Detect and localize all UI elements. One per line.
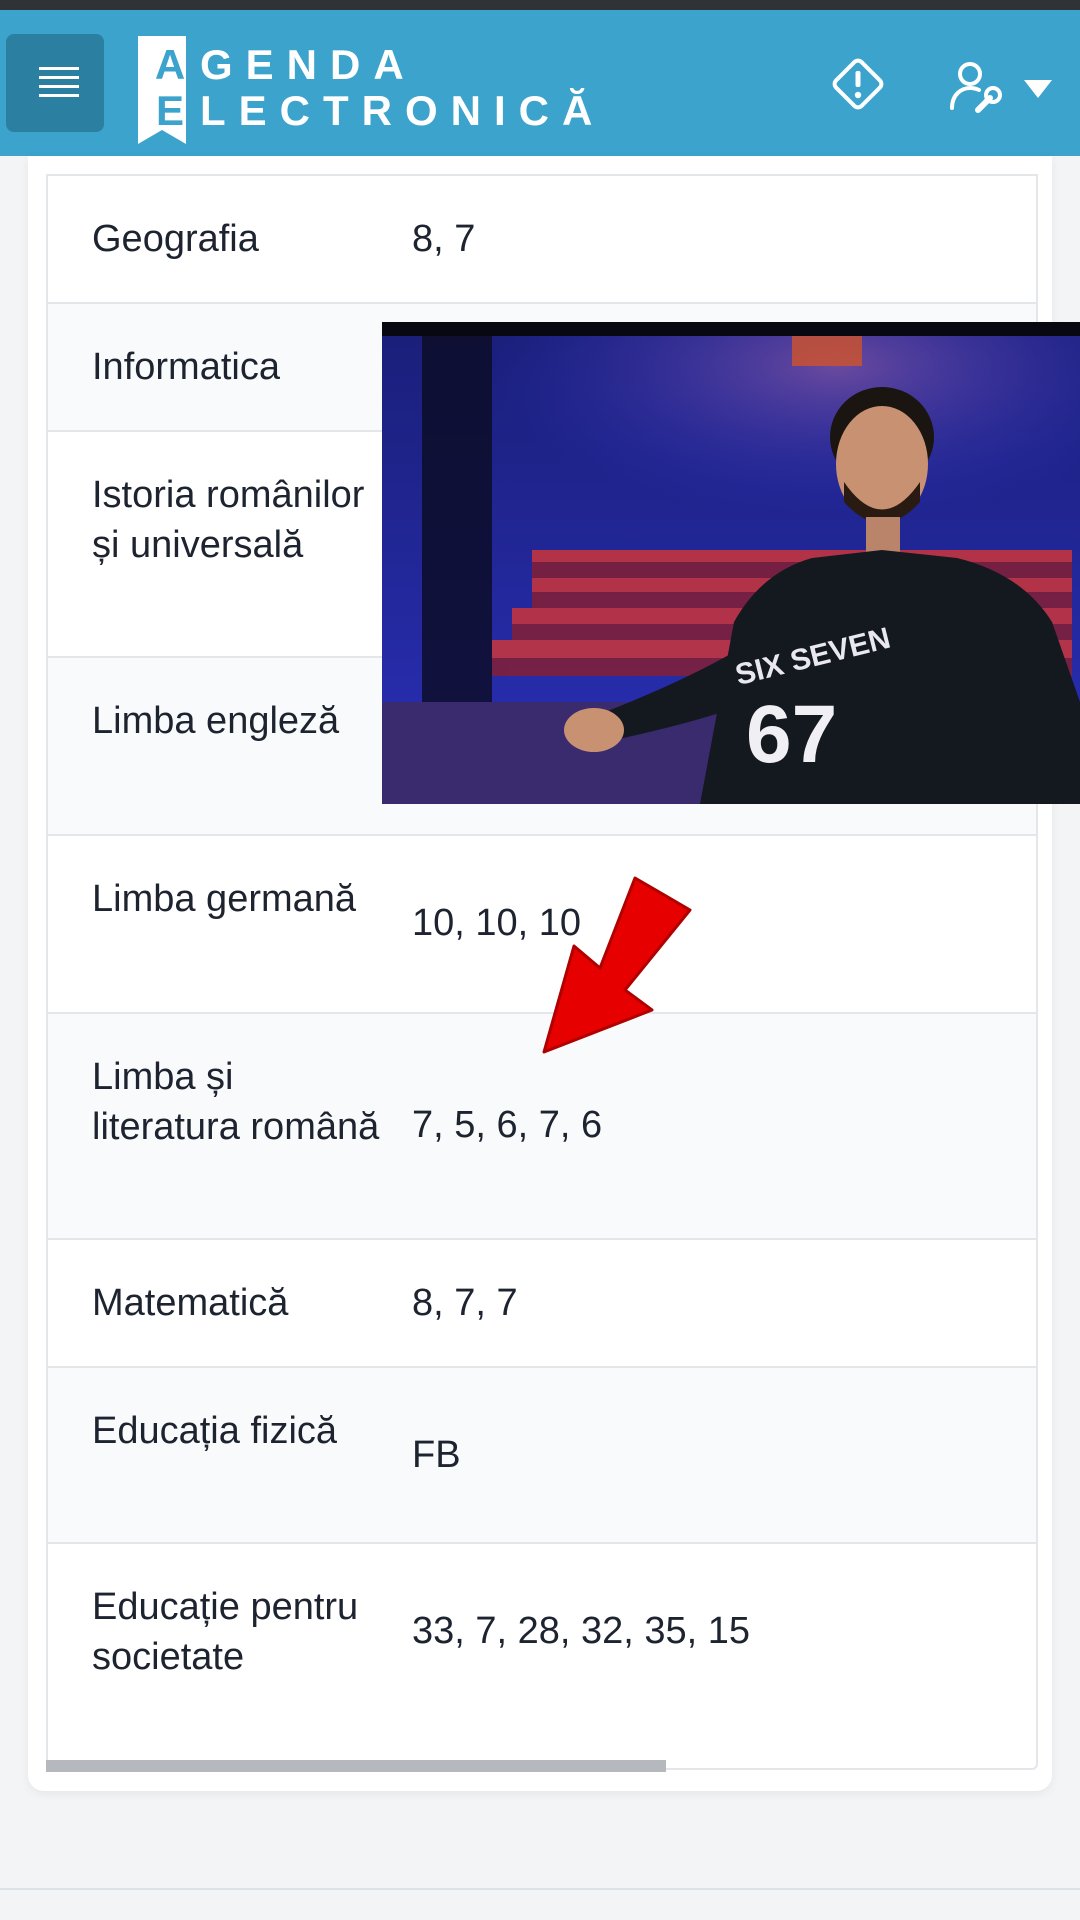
- menu-button[interactable]: [6, 34, 104, 132]
- subject-name: Matematică: [92, 1282, 289, 1324]
- grades-value: 7, 5, 6, 7, 6: [412, 1104, 603, 1146]
- alerts-button[interactable]: [828, 54, 888, 114]
- grades-value: 33, 7, 28, 32, 35, 15: [412, 1610, 751, 1652]
- top-edge: [0, 0, 1080, 10]
- caret-down-icon: [1024, 80, 1052, 98]
- subject-name: Limba engleză: [92, 700, 340, 742]
- subject-name: Limba germană: [92, 878, 357, 920]
- video-overlay[interactable]: SIX SEVEN 67: [382, 322, 1080, 804]
- grades-value: 8, 7, 7: [412, 1282, 518, 1324]
- horizontal-scrollbar[interactable]: [46, 1760, 666, 1772]
- logo-word-agenda: GENDA: [200, 41, 417, 88]
- hamburger-icon-line: [39, 76, 79, 79]
- hamburger-icon-line: [39, 94, 79, 97]
- table-row: Matematică 8, 7, 7: [48, 1238, 1036, 1366]
- warning-diamond-icon: [832, 58, 884, 110]
- shirt-number: 67: [746, 689, 837, 780]
- user-settings-icon: [950, 62, 1002, 113]
- hamburger-icon: [39, 67, 79, 70]
- table-row: Educația fizică FB: [48, 1366, 1036, 1542]
- app-logo[interactable]: A GENDA E LECTRONICĂ: [138, 24, 592, 144]
- video-frame-image: SIX SEVEN 67: [382, 322, 1080, 804]
- logo-word-electronica: LECTRONICĂ: [200, 87, 606, 134]
- table-row: Geografia 8, 7: [48, 174, 1036, 302]
- logo-initial-e: E: [155, 87, 184, 134]
- subject-name: Educație pentru societate: [92, 1586, 359, 1678]
- grades-value: 10, 10, 10: [412, 902, 582, 944]
- subject-name: Geografia: [92, 218, 259, 260]
- logo-line-1: A GENDA: [152, 42, 417, 88]
- hamburger-icon-line: [39, 85, 79, 88]
- logo-line-2: E LECTRONICĂ: [152, 88, 605, 134]
- logo-initial-a: A: [154, 41, 186, 88]
- subject-name: Informatica: [92, 346, 280, 388]
- page-bottom-divider: [0, 1888, 1080, 1890]
- grades-value: 8, 7: [412, 218, 476, 260]
- red-arrow-annotation: [542, 876, 692, 1054]
- table-row: Educație pentru societate 33, 7, 28, 32,…: [48, 1542, 1036, 1768]
- grades-value: FB: [412, 1434, 461, 1476]
- subject-name: Limba și literatura română: [92, 1056, 380, 1148]
- subject-name: Educația fizică: [92, 1410, 338, 1452]
- app-header: A GENDA E LECTRONICĂ: [0, 10, 1080, 156]
- subject-name: Istoria românilor și universală: [92, 474, 365, 566]
- user-menu-button[interactable]: [948, 58, 1056, 118]
